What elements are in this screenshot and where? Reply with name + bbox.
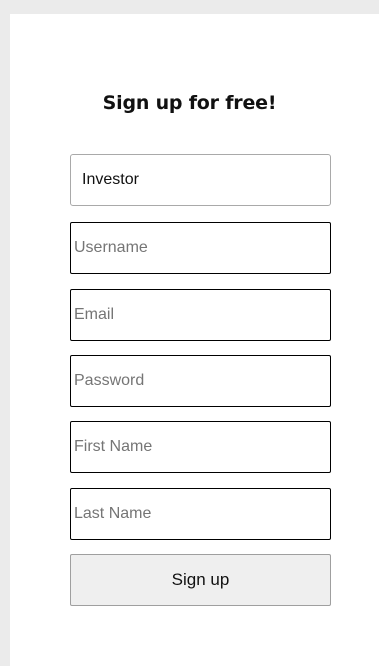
sign-up-button[interactable]: Sign up xyxy=(70,554,331,606)
username-input[interactable] xyxy=(70,222,331,274)
first-name-input[interactable] xyxy=(70,421,331,473)
email-input[interactable] xyxy=(70,289,331,341)
last-name-input[interactable] xyxy=(70,488,331,540)
password-input[interactable] xyxy=(70,355,331,407)
page: Sign up for free! Investor Sign up xyxy=(0,0,379,666)
signup-title: Sign up for free! xyxy=(102,92,277,114)
account-type-select[interactable]: Investor xyxy=(70,154,331,206)
